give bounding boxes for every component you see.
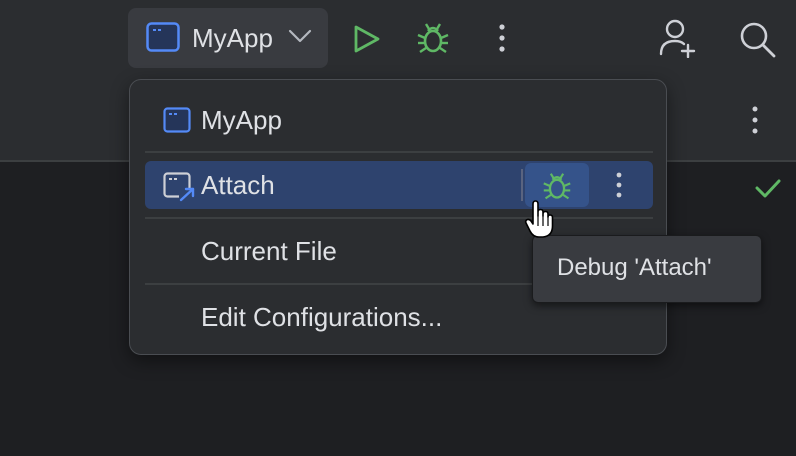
search-icon[interactable] [738, 20, 778, 65]
popup-item-label: MyApp [201, 105, 282, 135]
popup-item-label: Attach [201, 170, 275, 200]
app-window-icon [146, 22, 180, 57]
popup-item-myapp[interactable]: MyApp [145, 95, 653, 145]
popup-item-attach[interactable]: Attach [145, 161, 653, 209]
divider [521, 169, 523, 201]
run-icon[interactable] [352, 24, 382, 59]
tooltip-text: Debug 'Attach' [557, 254, 712, 281]
more-options-kebab-icon[interactable] [611, 171, 627, 204]
run-configuration-label: MyApp [192, 23, 273, 53]
checkmark-icon [754, 176, 782, 205]
run-configuration-selector[interactable]: MyApp [128, 8, 328, 68]
add-user-icon[interactable] [658, 18, 698, 63]
panel-options-kebab-icon[interactable] [745, 104, 765, 141]
separator [145, 217, 653, 219]
chevron-down-icon [288, 28, 312, 49]
popup-item-label: Current File [201, 236, 337, 266]
kebab-icon[interactable] [492, 22, 512, 59]
separator [145, 151, 653, 153]
main-toolbar: MyApp [0, 0, 796, 78]
debug-bug-icon[interactable] [416, 21, 450, 60]
debug-tooltip: Debug 'Attach' [532, 235, 762, 303]
app-window-icon [163, 107, 191, 138]
run-configurations-popup: MyApp Attach Current File Edit Configura… [129, 79, 667, 355]
popup-item-label: Edit Configurations... [201, 302, 443, 332]
attach-window-icon [163, 172, 195, 207]
hand-pointer-cursor-icon [524, 200, 556, 245]
